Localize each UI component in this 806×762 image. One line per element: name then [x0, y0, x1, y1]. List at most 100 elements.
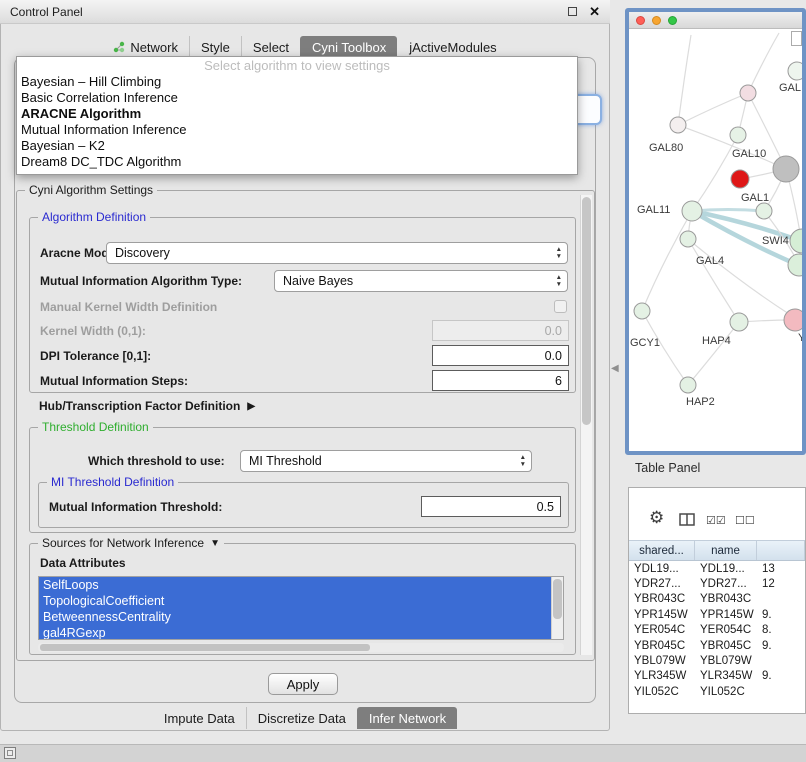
columns-icon[interactable]: [679, 513, 695, 531]
gear-icon[interactable]: ⚙: [649, 508, 664, 528]
attributes-hscrollbar-thumb[interactable]: [40, 644, 370, 651]
cell[interactable]: YDR27...: [695, 576, 757, 591]
network-canvas[interactable]: GAL80 GAL GAL10 GAL11 GAL1 SWI4 GAL4 GCY…: [629, 29, 802, 451]
cell[interactable]: YLR345W: [695, 669, 757, 684]
settings-scrollbar-thumb[interactable]: [582, 197, 591, 425]
table-row[interactable]: YER054C YER054C 8.: [629, 623, 805, 638]
column-header-name[interactable]: name: [695, 541, 757, 560]
tab-jactivemodules[interactable]: jActiveModules: [397, 36, 507, 58]
cell[interactable]: YDL19...: [695, 561, 757, 576]
cell[interactable]: 9.: [757, 638, 805, 653]
column-header-shared-name[interactable]: shared...: [629, 541, 695, 560]
table-row[interactable]: YBL079W YBL079W: [629, 653, 805, 668]
table-row[interactable]: YIL052C YIL052C: [629, 684, 805, 699]
network-node[interactable]: [790, 229, 802, 253]
cell[interactable]: YBR043C: [629, 592, 695, 607]
network-node[interactable]: [756, 203, 772, 219]
cell[interactable]: YBR043C: [695, 592, 757, 607]
table-row[interactable]: YDL19... YDL19... 13: [629, 561, 805, 576]
cell[interactable]: YER054C: [695, 623, 757, 638]
tab-select[interactable]: Select: [241, 36, 300, 58]
cell[interactable]: 9.: [757, 669, 805, 684]
network-node[interactable]: [788, 254, 802, 276]
tab-infer-network[interactable]: Infer Network: [357, 707, 457, 729]
algorithm-option[interactable]: Mutual Information Inference: [17, 122, 577, 138]
window-minimize-button[interactable]: [652, 16, 661, 25]
network-node[interactable]: [740, 85, 756, 101]
table-row[interactable]: YLR345W YLR345W 9.: [629, 669, 805, 684]
network-node[interactable]: [634, 303, 650, 319]
algorithm-option[interactable]: Bayesian – K2: [17, 138, 577, 154]
table-row[interactable]: YDR27... YDR27... 12: [629, 576, 805, 591]
cell[interactable]: YIL052C: [629, 684, 695, 699]
settings-scrollbar[interactable]: [580, 195, 592, 655]
cell[interactable]: 8.: [757, 623, 805, 638]
algorithm-option-selected[interactable]: ARACNE Algorithm: [17, 106, 577, 122]
aracne-mode-select[interactable]: Discovery ▲▼: [106, 242, 568, 264]
cell[interactable]: YBR045C: [629, 638, 695, 653]
cell[interactable]: 9.: [757, 607, 805, 622]
float-window-icon[interactable]: [568, 7, 577, 16]
cell[interactable]: 12: [757, 576, 805, 591]
mi-type-select[interactable]: Naive Bayes ▲▼: [274, 270, 568, 292]
cell[interactable]: YDL19...: [629, 561, 695, 576]
select-all-checks-icon[interactable]: ☑☑: [706, 514, 726, 527]
column-header-extra[interactable]: [757, 541, 805, 560]
cell[interactable]: YDR27...: [629, 576, 695, 591]
cell[interactable]: [757, 684, 805, 699]
tab-style[interactable]: Style: [189, 36, 241, 58]
attributes-scrollbar-thumb[interactable]: [553, 579, 562, 619]
algorithm-option[interactable]: Basic Correlation Inference: [17, 90, 577, 106]
apply-button[interactable]: Apply: [268, 673, 338, 695]
table-row[interactable]: YBR043C YBR043C: [629, 592, 805, 607]
cell[interactable]: YER054C: [629, 623, 695, 638]
algorithm-option[interactable]: Dream8 DC_TDC Algorithm: [17, 154, 577, 170]
attributes-scrollbar[interactable]: [551, 577, 563, 639]
cell[interactable]: YPR145W: [629, 607, 695, 622]
table-row[interactable]: YBR045C YBR045C 9.: [629, 638, 805, 653]
network-node[interactable]: [730, 127, 746, 143]
algorithm-option[interactable]: Bayesian – Hill Climbing: [17, 74, 577, 90]
cell[interactable]: 13: [757, 561, 805, 576]
tab-network[interactable]: Network: [102, 36, 189, 58]
window-zoom-button[interactable]: [668, 16, 677, 25]
attribute-item-selected[interactable]: BetweennessCentrality: [39, 609, 563, 625]
network-node[interactable]: [784, 309, 802, 331]
network-node[interactable]: [670, 117, 686, 133]
cell[interactable]: [757, 653, 805, 668]
attributes-hscrollbar[interactable]: [38, 643, 564, 652]
network-node[interactable]: [730, 313, 748, 331]
network-scroll-button[interactable]: [791, 31, 802, 46]
cell[interactable]: YPR145W: [695, 607, 757, 622]
which-threshold-select[interactable]: MI Threshold ▲▼: [240, 450, 532, 472]
window-close-button[interactable]: [636, 16, 645, 25]
cell[interactable]: YBR045C: [695, 638, 757, 653]
sources-group-header[interactable]: Sources for Network Inference ▼: [38, 536, 224, 550]
hub-transcription-section-header[interactable]: Hub/Transcription Factor Definition ▶: [39, 399, 255, 413]
cell[interactable]: YIL052C: [695, 684, 757, 699]
network-node[interactable]: [682, 201, 702, 221]
network-node[interactable]: [680, 377, 696, 393]
splitter-collapse-icon[interactable]: ◀: [611, 363, 619, 374]
restore-panel-icon[interactable]: [4, 747, 16, 759]
clear-all-checks-icon[interactable]: ☐☐: [735, 514, 755, 527]
cell[interactable]: [757, 592, 805, 607]
cell[interactable]: YBL079W: [629, 653, 695, 668]
tab-discretize-data[interactable]: Discretize Data: [246, 707, 357, 729]
dpi-tolerance-field[interactable]: [432, 345, 569, 366]
attribute-item-selected[interactable]: TopologicalCoefficient: [39, 593, 563, 609]
cell[interactable]: YLR345W: [629, 669, 695, 684]
tab-impute-data[interactable]: Impute Data: [153, 707, 246, 729]
network-node[interactable]: [731, 170, 749, 188]
close-icon[interactable]: ✕: [589, 5, 600, 18]
mi-threshold-field[interactable]: [421, 496, 561, 517]
attribute-item-selected[interactable]: SelfLoops: [39, 577, 563, 593]
mi-steps-field[interactable]: [432, 370, 569, 391]
network-node[interactable]: [788, 62, 802, 80]
table-row[interactable]: YPR145W YPR145W 9.: [629, 607, 805, 622]
network-node[interactable]: [680, 231, 696, 247]
attribute-item-selected[interactable]: gal4RGexp: [39, 625, 563, 640]
cell[interactable]: YBL079W: [695, 653, 757, 668]
network-node[interactable]: [773, 156, 799, 182]
tab-cyni-toolbox[interactable]: Cyni Toolbox: [300, 36, 397, 58]
